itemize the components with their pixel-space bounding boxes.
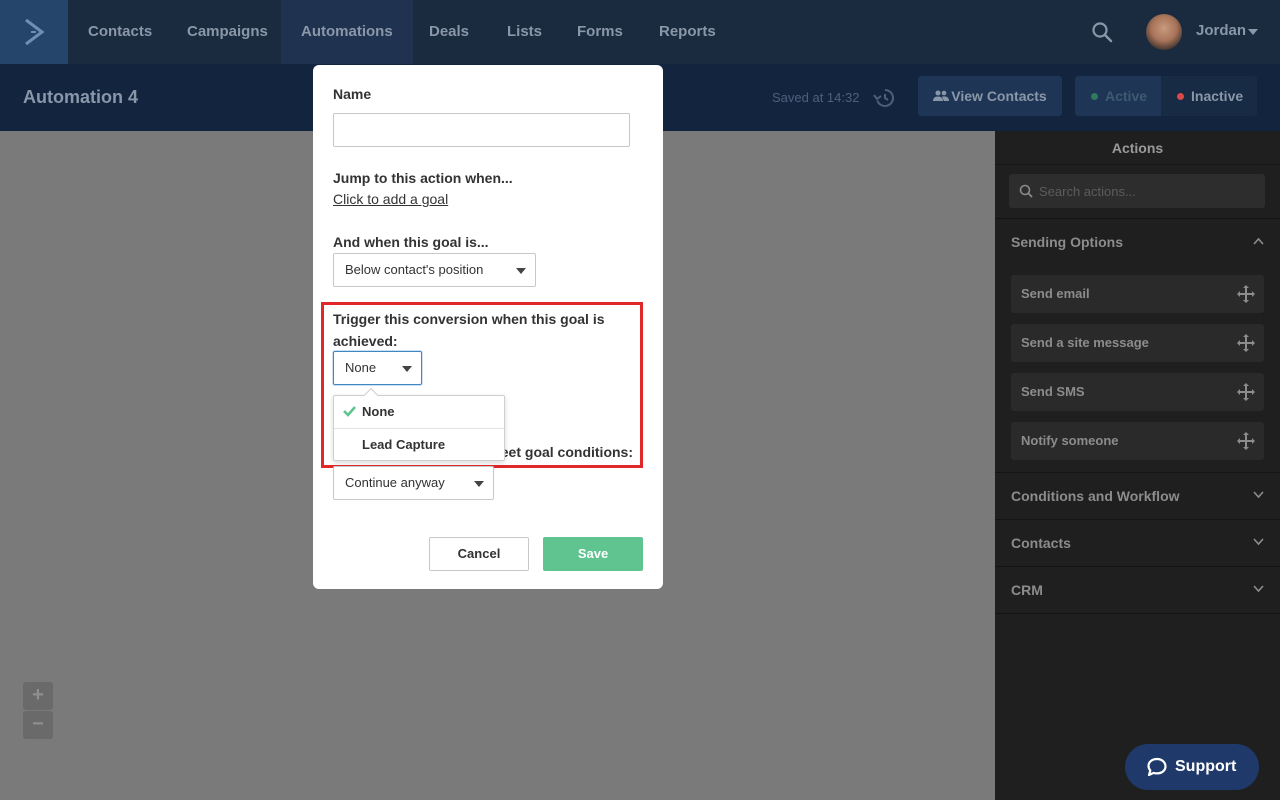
nav-item-automations[interactable]: Automations	[281, 0, 413, 64]
section-crm[interactable]: CRM	[995, 566, 1280, 614]
name-label: Name	[333, 86, 372, 102]
section-label: Conditions and Workflow	[1011, 488, 1180, 504]
move-icon[interactable]	[1237, 285, 1255, 303]
actions-panel: Actions Sending Options Send email Send …	[995, 131, 1280, 800]
checkmark-icon	[343, 406, 356, 417]
nav-item-campaigns[interactable]: Campaigns	[167, 0, 288, 64]
chevron-up-icon	[1253, 237, 1264, 245]
trigger-conversion-label: Trigger this conversion when this goal i…	[333, 311, 605, 349]
view-contacts-label: View Contacts	[951, 88, 1047, 104]
action-label: Send SMS	[1021, 384, 1085, 399]
search-icon	[1092, 22, 1113, 43]
user-menu-name[interactable]: Jordan	[1196, 0, 1246, 64]
nav-item-reports[interactable]: Reports	[639, 0, 736, 64]
move-icon[interactable]	[1237, 432, 1255, 450]
conversion-select[interactable]: None	[333, 351, 422, 385]
action-send-email[interactable]: Send email	[1011, 275, 1264, 313]
chevron-down-icon	[516, 268, 526, 274]
option-label: None	[362, 404, 395, 419]
jump-label: Jump to this action when...	[333, 170, 513, 186]
actions-search	[1009, 174, 1265, 208]
active-label: Active	[1105, 88, 1148, 104]
section-label: Contacts	[1011, 535, 1071, 551]
section-sending-options[interactable]: Sending Options	[995, 218, 1280, 265]
goal-position-value: Below contact's position	[345, 262, 484, 277]
avatar[interactable]	[1146, 14, 1182, 50]
inactive-toggle-button[interactable]: Inactive	[1161, 76, 1257, 116]
actions-search-input[interactable]	[1039, 174, 1259, 208]
search-icon	[1019, 184, 1033, 198]
action-notify-someone[interactable]: Notify someone	[1011, 422, 1264, 460]
nav-item-lists[interactable]: Lists	[487, 0, 562, 64]
active-dot-icon	[1091, 93, 1098, 100]
name-input[interactable]	[333, 113, 630, 147]
move-icon[interactable]	[1237, 334, 1255, 352]
section-contacts[interactable]: Contacts	[995, 519, 1280, 566]
nav-item-deals[interactable]: Deals	[409, 0, 489, 64]
app-logo[interactable]	[0, 0, 68, 64]
when-goal-label: And when this goal is...	[333, 234, 489, 250]
goal-settings-modal: Name Jump to this action when... Click t…	[313, 65, 663, 589]
add-goal-link[interactable]: Click to add a goal	[333, 191, 448, 207]
nav-item-forms[interactable]: Forms	[557, 0, 643, 64]
status-toggle: Active Inactive	[1075, 76, 1257, 116]
inactive-label: Inactive	[1191, 88, 1244, 104]
goal-position-select[interactable]: Below contact's position	[333, 253, 536, 287]
conversion-option-lead-capture[interactable]: Lead Capture	[334, 428, 504, 460]
option-label: Lead Capture	[362, 437, 446, 452]
action-label: Send email	[1021, 286, 1090, 301]
search-button[interactable]	[1088, 18, 1116, 46]
move-icon[interactable]	[1237, 383, 1255, 401]
not-met-value: Continue anyway	[345, 475, 445, 490]
conversion-dropdown: None Lead Capture	[333, 387, 505, 461]
zoom-out-button[interactable]: −	[23, 711, 53, 739]
actions-panel-title: Actions	[995, 131, 1280, 165]
chevron-down-icon	[1253, 538, 1264, 546]
action-label: Send a site message	[1021, 335, 1149, 350]
saved-status: Saved at 14:32	[772, 90, 860, 105]
page-title[interactable]: Automation 4	[23, 64, 138, 131]
view-contacts-button[interactable]: View Contacts	[918, 76, 1062, 116]
not-met-select[interactable]: Continue anyway	[333, 466, 494, 500]
cancel-button[interactable]: Cancel	[429, 537, 529, 571]
chat-bubble-icon	[1147, 757, 1167, 777]
section-label: Sending Options	[1011, 234, 1123, 250]
zoom-in-button[interactable]: +	[23, 682, 53, 710]
inactive-dot-icon	[1177, 93, 1184, 100]
section-label: CRM	[1011, 582, 1043, 598]
support-label: Support	[1175, 758, 1237, 775]
nav-item-contacts[interactable]: Contacts	[68, 0, 172, 64]
history-icon[interactable]	[872, 86, 896, 110]
action-label: Notify someone	[1021, 433, 1119, 448]
save-button[interactable]: Save	[543, 537, 643, 571]
conversion-option-none[interactable]: None	[334, 396, 504, 428]
section-conditions-workflow[interactable]: Conditions and Workflow	[995, 472, 1280, 519]
support-button[interactable]: Support	[1125, 744, 1259, 790]
chevron-down-icon[interactable]	[1248, 29, 1258, 35]
users-icon	[933, 90, 950, 101]
top-navigation: Contacts Campaigns Automations Deals Lis…	[0, 0, 1280, 64]
conversion-value: None	[345, 360, 377, 375]
action-send-sms[interactable]: Send SMS	[1011, 373, 1264, 411]
active-toggle-button[interactable]: Active	[1075, 76, 1161, 116]
chevron-right-logo-icon	[25, 18, 45, 46]
chevron-down-icon	[474, 481, 484, 487]
action-send-site-message[interactable]: Send a site message	[1011, 324, 1264, 362]
chevron-down-icon	[1253, 491, 1264, 499]
chevron-down-icon	[402, 366, 412, 372]
chevron-down-icon	[1253, 585, 1264, 593]
